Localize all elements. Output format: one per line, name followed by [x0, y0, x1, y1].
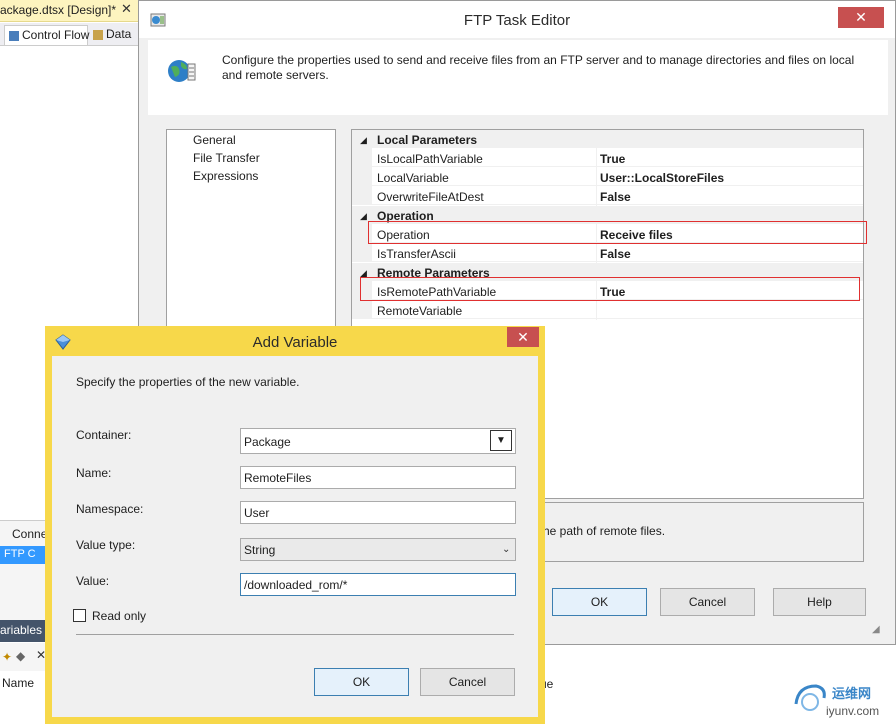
- ftp-help-button[interactable]: Help: [773, 588, 866, 616]
- property-name: IsTransferAscii: [377, 247, 456, 261]
- ftp-editor-close-button[interactable]: ✕: [838, 7, 884, 28]
- tab-data-flow[interactable]: Data: [89, 25, 138, 45]
- property-name: RemoteVariable: [377, 304, 463, 318]
- resize-grip-icon[interactable]: ◢: [872, 624, 880, 635]
- container-select-value: Package: [244, 435, 291, 449]
- property-value[interactable]: False: [600, 247, 631, 261]
- move-variable-icon[interactable]: ◆: [16, 649, 25, 663]
- nav-item-file-transfer[interactable]: File Transfer: [193, 151, 260, 165]
- add-variable-cancel-button[interactable]: Cancel: [420, 668, 515, 696]
- add-variable-body: [52, 356, 538, 717]
- add-variable-ok-button[interactable]: OK: [314, 668, 409, 696]
- namespace-field[interactable]: User: [240, 501, 516, 524]
- tab-control-flow-label: Control Flow: [22, 28, 90, 42]
- add-variable-title: Add Variable: [252, 334, 338, 351]
- connection-item-label: FTP C: [4, 548, 36, 560]
- read-only-checkbox[interactable]: [73, 609, 86, 622]
- ftp-ok-button[interactable]: OK: [552, 588, 647, 616]
- connection-item-ftp[interactable]: FTP C: [0, 546, 46, 564]
- value-label: Value:: [76, 574, 110, 588]
- name-field[interactable]: RemoteFiles: [240, 466, 516, 489]
- watermark-text: iyunv.com: [826, 704, 880, 718]
- add-variable-close-button[interactable]: ✕: [507, 327, 539, 347]
- ftp-editor-title: FTP Task Editor: [463, 12, 571, 29]
- read-only-label[interactable]: Read only: [92, 609, 146, 623]
- chevron-down-icon[interactable]: ⌄: [502, 544, 510, 555]
- tab-control-flow[interactable]: Control Flow: [4, 25, 90, 45]
- grid-gutter: [352, 148, 372, 205]
- value-type-select[interactable]: String: [240, 538, 516, 561]
- nav-item-expressions[interactable]: Expressions: [193, 169, 258, 183]
- name-label: Name:: [76, 466, 112, 480]
- category-label: Local Parameters: [377, 133, 478, 147]
- chevron-down-icon[interactable]: ▼: [490, 430, 512, 451]
- control-flow-icon: [9, 30, 19, 41]
- add-variable-intro: Specify the properties of the new variab…: [76, 375, 300, 389]
- value-field[interactable]: /downloaded_rom/*: [240, 573, 516, 596]
- collapse-icon[interactable]: ◢: [360, 211, 367, 222]
- dialog-divider: [76, 634, 514, 635]
- name-field-value: RemoteFiles: [244, 471, 312, 485]
- property-name: IsLocalPathVariable: [377, 152, 483, 166]
- namespace-field-value: User: [244, 506, 270, 520]
- container-label: Container:: [76, 428, 132, 442]
- property-help-text: he path of remote files.: [543, 524, 666, 538]
- namespace-label: Namespace:: [76, 502, 144, 516]
- property-name: LocalVariable: [377, 171, 449, 185]
- collapse-icon[interactable]: ◢: [360, 135, 367, 146]
- watermark-text-cn: 运维网: [832, 686, 872, 701]
- globe-icon: [168, 60, 196, 82]
- value-field-value: /downloaded_rom/*: [244, 578, 348, 592]
- value-type-label: Value type:: [76, 538, 136, 552]
- property-value[interactable]: True: [600, 152, 625, 166]
- container-select[interactable]: Package: [240, 428, 516, 454]
- ftp-cancel-button[interactable]: Cancel: [660, 588, 755, 616]
- tab-data-flow-label: Data: [106, 27, 132, 41]
- watermark-logo-icon: [794, 684, 826, 711]
- property-name: OverwriteFileAtDest: [377, 190, 484, 204]
- document-tab-title[interactable]: ackage.dtsx [Design]*: [0, 3, 116, 17]
- variables-toolbar: ✦ ◆ ✕: [0, 643, 46, 671]
- property-value[interactable]: User::LocalStoreFiles: [600, 171, 724, 185]
- variables-panel-title: ariables: [0, 620, 46, 642]
- ftp-editor-description: Configure the properties used to send an…: [222, 53, 855, 82]
- highlight-operation: [368, 221, 867, 244]
- variables-column-name: Name: [2, 676, 35, 690]
- highlight-remote-path: [360, 277, 860, 301]
- add-variable-icon[interactable]: ✦: [2, 650, 12, 664]
- property-value[interactable]: False: [600, 190, 631, 204]
- value-type-select-value: String: [244, 543, 276, 557]
- connection-managers-header: Conne: [12, 527, 48, 541]
- data-flow-icon: [93, 29, 103, 40]
- nav-item-general[interactable]: General: [193, 133, 236, 147]
- document-tab-close-icon[interactable]: ✕: [121, 1, 132, 17]
